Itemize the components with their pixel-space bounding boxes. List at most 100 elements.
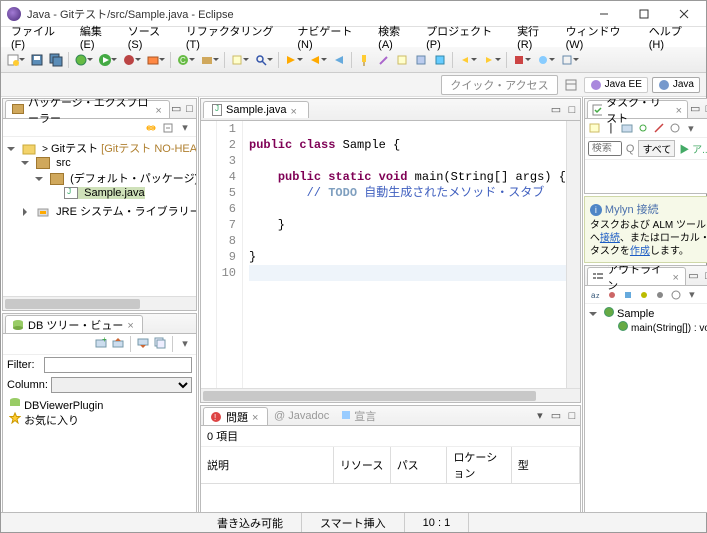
col-location[interactable]: ロケーション [447, 447, 511, 484]
view-menu-icon[interactable]: ▾ [532, 408, 548, 424]
tree-jre[interactable]: JRE システム・ライブラリー [56, 206, 196, 218]
db-plugin-node[interactable]: DBViewerPlugin [9, 397, 194, 412]
next-task-link[interactable]: ▶ ア... [679, 141, 707, 156]
db-import-icon[interactable] [136, 336, 150, 350]
perspective-java[interactable]: Java [652, 77, 700, 93]
sync-icon[interactable] [636, 121, 650, 135]
quick-access-input[interactable]: クイック・アクセス [441, 75, 557, 95]
all-button[interactable]: すべて [638, 140, 675, 157]
close-icon[interactable]: × [291, 106, 300, 115]
sort-icon[interactable]: az [589, 288, 603, 302]
forward-icon[interactable] [480, 50, 498, 70]
mylyn-connect-link[interactable]: 接続 [600, 233, 620, 244]
filter-input[interactable] [44, 357, 192, 373]
menu-run[interactable]: 実行(R) [511, 21, 560, 53]
outline-tab[interactable]: アウトライン × [587, 267, 686, 285]
problems-tab[interactable]: ! 問題 × [203, 407, 268, 425]
minimize-view-icon[interactable]: ▭ [688, 101, 702, 117]
menu-search[interactable]: 検索(A) [372, 21, 420, 53]
next-annotation-icon[interactable] [282, 50, 300, 70]
task-search-input[interactable] [588, 141, 622, 156]
editor-area[interactable]: 12345678910 public class Sample { public… [201, 121, 580, 388]
db-tree-tab[interactable]: DB ツリー・ビュー × [5, 315, 143, 333]
maximize-view-icon[interactable]: □ [183, 101, 196, 117]
hide-fields-icon[interactable] [605, 288, 619, 302]
last-edit-icon[interactable] [330, 50, 348, 70]
tree-src[interactable]: src [56, 157, 71, 169]
view-menu-icon[interactable]: ▾ [685, 288, 699, 302]
db-favorites-node[interactable]: お気に入り [9, 412, 194, 428]
menu-refactor[interactable]: リファクタリング(T) [180, 21, 291, 53]
mylyn-create-link[interactable]: 作成 [630, 246, 650, 257]
maximize-view-icon[interactable]: □ [701, 268, 707, 284]
view-menu-icon[interactable]: ▾ [178, 336, 192, 350]
close-icon[interactable]: × [252, 412, 261, 421]
maximize-view-icon[interactable]: □ [702, 101, 707, 117]
minimize-view-icon[interactable]: ▭ [548, 102, 564, 118]
problems-table[interactable]: 説明 リソース パス ロケーション 型 [201, 447, 580, 484]
outline-class[interactable]: Sample [617, 308, 654, 320]
hide-nonpublic-icon[interactable] [637, 288, 651, 302]
outline-method[interactable]: main(String[]) : void [631, 323, 707, 334]
open-perspective-icon[interactable] [562, 75, 580, 95]
tree-toggle[interactable] [35, 174, 45, 184]
view-menu-icon[interactable]: ▾ [684, 121, 698, 135]
close-icon[interactable]: × [673, 272, 681, 281]
col-type[interactable]: 型 [511, 447, 579, 484]
hide-local-icon[interactable] [653, 288, 667, 302]
category-icon[interactable] [620, 121, 634, 135]
col-description[interactable]: 説明 [201, 447, 333, 484]
wand-icon[interactable] [374, 50, 392, 70]
close-icon[interactable]: × [127, 320, 136, 329]
menu-window[interactable]: ウィンドウ(W) [560, 21, 643, 53]
db-add-icon[interactable]: + [94, 336, 108, 350]
stop-icon[interactable] [510, 50, 528, 70]
new-task-icon[interactable] [588, 121, 602, 135]
note-icon[interactable] [393, 50, 411, 70]
col-resource[interactable]: リソース [333, 447, 390, 484]
minimize-view-icon[interactable]: ▭ [170, 101, 183, 117]
code-content[interactable]: public class Sample { public static void… [243, 121, 566, 388]
run-external-icon[interactable] [144, 50, 162, 70]
javadoc-tab[interactable]: @ Javadoc [268, 410, 335, 422]
package-explorer-tab[interactable]: パッケージ・エクスプローラー × [5, 100, 170, 118]
save-all-icon[interactable] [47, 50, 65, 70]
col-path[interactable]: パス [390, 447, 447, 484]
prev-annotation-icon[interactable] [306, 50, 324, 70]
save-icon[interactable] [28, 50, 46, 70]
package-explorer-tree[interactable]: > Gitテスト [Gitテスト NO-HEAD] src [3, 137, 196, 296]
db-copy-icon[interactable] [153, 336, 167, 350]
run-icon[interactable] [96, 50, 114, 70]
search-icon[interactable] [252, 50, 270, 70]
focus-icon[interactable] [668, 121, 682, 135]
maximize-view-icon[interactable]: □ [564, 102, 580, 118]
task-icon[interactable] [412, 50, 430, 70]
menu-edit[interactable]: 編集(E) [74, 21, 122, 53]
declaration-tab[interactable]: 宣言 [335, 408, 382, 424]
close-icon[interactable]: × [676, 105, 684, 114]
task-list-tab[interactable]: タスク・リスト × [587, 100, 688, 118]
hide-static-icon[interactable] [621, 288, 635, 302]
tree-toggle[interactable] [7, 144, 17, 154]
tree-toggle[interactable] [589, 309, 599, 319]
drop-icon[interactable] [534, 50, 552, 70]
hscrollbar[interactable] [3, 296, 196, 310]
view-menu-icon[interactable]: ▾ [178, 121, 192, 135]
vscrollbar[interactable] [566, 121, 580, 388]
editor-tab-sample[interactable]: Sample.java × [203, 101, 309, 118]
settings-icon[interactable] [431, 50, 449, 70]
new-class-icon[interactable]: C [174, 50, 192, 70]
tree-toggle[interactable] [21, 207, 31, 217]
hide-icon[interactable] [652, 121, 666, 135]
collapse-all-icon[interactable] [161, 121, 175, 135]
tree-sample-java[interactable]: Sample.java [64, 187, 145, 199]
menu-file[interactable]: ファイル(F) [5, 21, 74, 53]
menu-project[interactable]: プロジェクト(P) [420, 21, 511, 53]
tree-project[interactable]: Gitテスト [51, 143, 98, 155]
column-select[interactable] [51, 377, 192, 393]
close-icon[interactable]: × [155, 105, 162, 114]
maximize-view-icon[interactable]: □ [564, 408, 580, 424]
new-package-icon[interactable] [198, 50, 216, 70]
menu-help[interactable]: ヘルプ(H) [643, 21, 702, 53]
link-editor-icon[interactable] [144, 121, 158, 135]
